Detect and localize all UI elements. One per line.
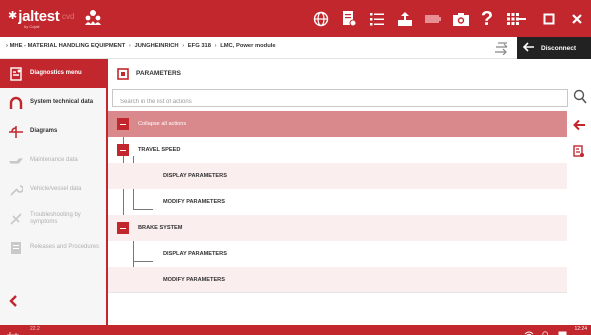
logo-name: jaltest xyxy=(18,8,60,25)
sidebar-item-label: Vehicle/vessel data xyxy=(30,186,82,192)
right-rail xyxy=(567,111,591,325)
actions-tree: Collapse all actions TRAVEL SPEED DISPLA… xyxy=(108,111,567,325)
minimize-button[interactable] xyxy=(507,0,535,37)
version-label: 22.2 xyxy=(30,326,40,332)
maximize-button[interactable] xyxy=(535,0,563,37)
logo-subtitle: by Cojali xyxy=(24,24,40,29)
sidebar-item-diagrams[interactable]: Diagrams xyxy=(0,117,106,146)
logo-mark-icon: ✱ xyxy=(8,10,18,22)
tree-action-modify-parameters[interactable]: MODIFY PARAMETERS xyxy=(108,189,567,215)
page-title: PARAMETERS xyxy=(136,70,182,77)
sidebar-item-label: Releases and Procedures xyxy=(30,244,100,250)
tree-action-display-parameters[interactable]: DISPLAY PARAMETERS xyxy=(108,241,567,267)
sidebar-item-releases-procedures[interactable]: Releases and Procedures xyxy=(0,233,106,262)
magnet-icon xyxy=(8,95,24,111)
tree-action-label: DISPLAY PARAMETERS xyxy=(163,251,227,257)
breadcrumb-item-brand[interactable]: JUNGHEINRICH xyxy=(134,43,178,49)
collapse-all-label: Collapse all actions xyxy=(138,121,187,127)
monitor-icon xyxy=(558,326,567,335)
upload-icon[interactable] xyxy=(394,8,416,30)
diagnostics-shortcut-icon[interactable] xyxy=(573,145,585,163)
search-icon[interactable] xyxy=(573,89,587,110)
collapse-icon[interactable] xyxy=(117,222,129,234)
tree-group-label: TRAVEL SPEED xyxy=(138,147,181,153)
breadcrumb-item-system[interactable]: LMC, Power module xyxy=(220,43,275,49)
tree-group-travel-speed[interactable]: TRAVEL SPEED xyxy=(108,137,567,163)
disconnect-label: Disconnect xyxy=(541,44,577,52)
sidebar-item-label: Diagrams xyxy=(30,128,58,134)
tree-group-label: BRAKE SYSTEM xyxy=(138,225,183,231)
tree-action-modify-parameters[interactable]: MODIFY PARAMETERS xyxy=(108,267,567,293)
search-small-icon xyxy=(542,326,550,335)
close-button[interactable] xyxy=(563,0,591,37)
clock: 12:24 xyxy=(574,326,587,332)
wifi-icon xyxy=(524,326,534,335)
camera-icon[interactable] xyxy=(450,8,472,30)
chevron-left-icon[interactable] xyxy=(8,294,18,313)
sidebar-item-label: System technical data xyxy=(30,99,94,105)
sidebar-item-diagnostics-menu[interactable]: Diagnostics menu xyxy=(0,59,106,88)
search-input[interactable] xyxy=(113,94,567,110)
search-box xyxy=(112,89,568,110)
battery-icon xyxy=(422,8,444,30)
sidebar-item-vehicle-data[interactable]: Vehicle/vessel data xyxy=(0,175,106,204)
people-icon xyxy=(84,8,102,31)
top-bar: ✱ jaltest by Cojali cvd ? xyxy=(0,0,591,37)
tree-action-label: MODIFY PARAMETERS xyxy=(163,199,225,205)
globe-icon[interactable] xyxy=(310,8,332,30)
sidebar-item-maintenance-data[interactable]: Maintenance data xyxy=(0,146,106,175)
procedures-icon xyxy=(8,240,24,256)
diagram-icon xyxy=(8,124,24,140)
report-icon[interactable] xyxy=(338,8,360,30)
sidebar-item-label: Troubleshooting by symptoms xyxy=(30,211,81,225)
tree-group-brake-system[interactable]: BRAKE SYSTEM xyxy=(108,215,567,241)
tree-action-label: MODIFY PARAMETERS xyxy=(163,277,225,283)
tree-action-display-parameters[interactable]: DISPLAY PARAMETERS xyxy=(108,163,567,189)
logo-badge: cvd xyxy=(62,12,75,21)
breadcrumb-separator: › xyxy=(214,43,217,49)
sidebar: Diagnostics menu System technical data D… xyxy=(0,59,108,325)
diagnostics-menu-icon xyxy=(8,66,24,82)
collapse-all-row[interactable]: Collapse all actions xyxy=(108,111,567,137)
breadcrumb-separator: › xyxy=(182,43,185,49)
sidebar-item-label: Diagnostics menu xyxy=(30,70,82,76)
swap-system-icon[interactable] xyxy=(493,41,509,60)
collapse-icon[interactable] xyxy=(117,144,129,156)
breadcrumb-item-category[interactable]: MHE - MATERIAL HANDLING EQUIPMENT xyxy=(10,43,126,49)
main-header: PARAMETERS xyxy=(108,59,591,87)
status-bar: 22.2 12:24 xyxy=(0,325,591,335)
app-window: ✱ jaltest by Cojali cvd ? › MHE - MATERI… xyxy=(0,0,591,335)
breadcrumb-item-model[interactable]: EFG 318 xyxy=(188,43,211,49)
connection-icon xyxy=(6,326,20,335)
list-icon[interactable] xyxy=(366,8,388,30)
help-icon[interactable]: ? xyxy=(476,8,498,30)
tree-action-label: DISPLAY PARAMETERS xyxy=(163,173,227,179)
breadcrumb-separator: › xyxy=(128,43,131,49)
oil-can-icon xyxy=(8,153,24,169)
app-logo: ✱ jaltest by Cojali xyxy=(8,8,60,29)
back-arrow-icon[interactable] xyxy=(573,118,586,136)
sidebar-item-troubleshooting[interactable]: Troubleshooting by symptoms xyxy=(0,204,106,233)
arrow-left-icon xyxy=(522,39,535,57)
sidebar-item-label: Maintenance data xyxy=(30,157,78,163)
wrench-icon xyxy=(8,182,24,198)
parameters-icon xyxy=(117,67,129,85)
troubleshooting-icon xyxy=(8,211,24,227)
sidebar-item-system-technical-data[interactable]: System technical data xyxy=(0,88,106,117)
disconnect-button[interactable]: Disconnect xyxy=(517,37,591,59)
breadcrumb-separator: › xyxy=(6,43,8,49)
breadcrumb-bar: › MHE - MATERIAL HANDLING EQUIPMENT › JU… xyxy=(0,37,591,59)
breadcrumb: › MHE - MATERIAL HANDLING EQUIPMENT › JU… xyxy=(6,43,276,49)
collapse-icon xyxy=(117,118,129,130)
